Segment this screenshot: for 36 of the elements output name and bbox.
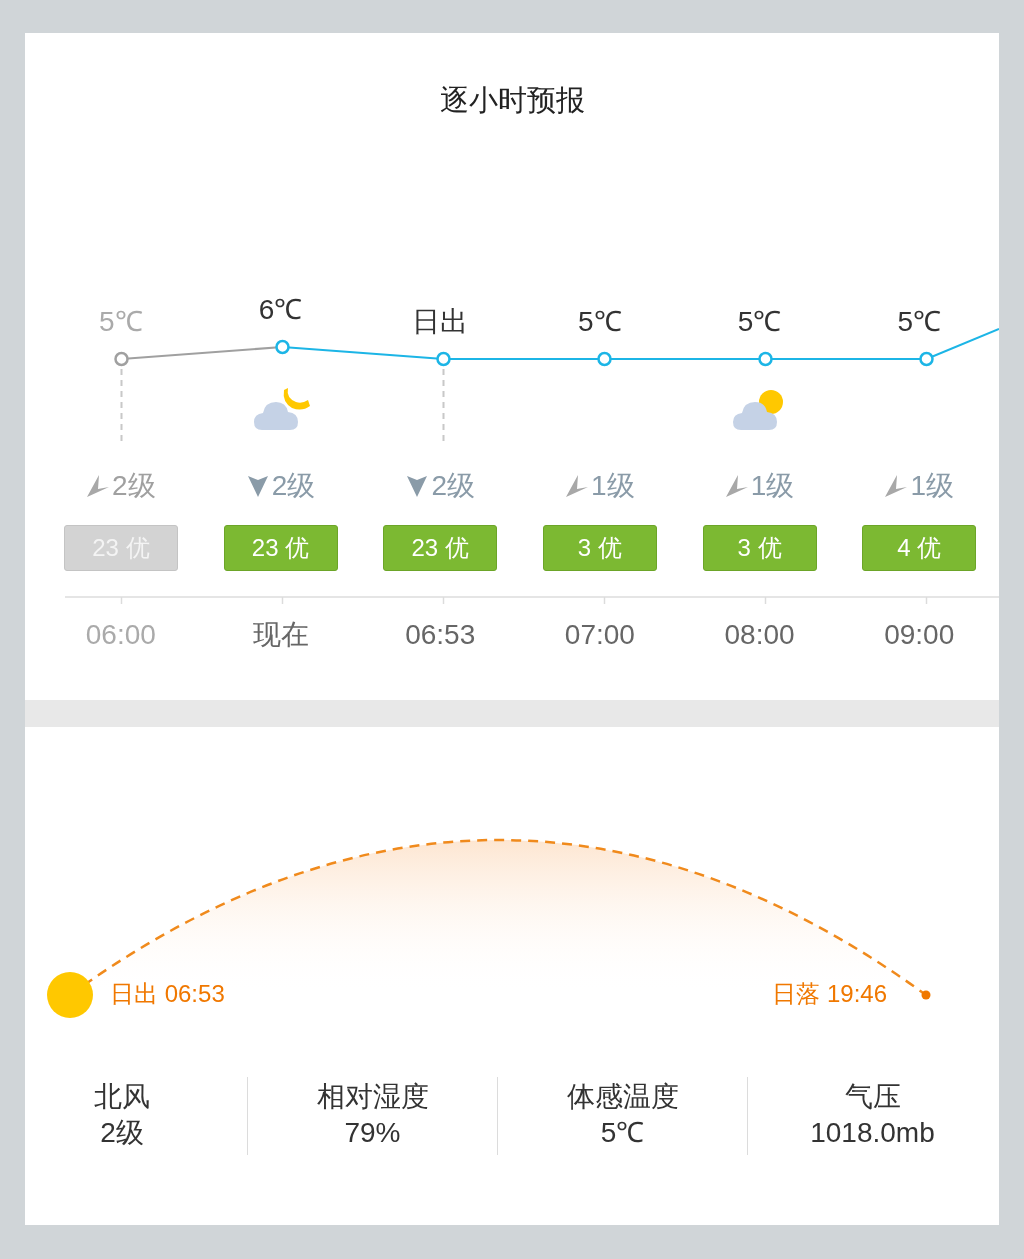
air-quality-badge: 3 优 <box>702 525 817 571</box>
temperature-label: 5℃ <box>897 305 941 339</box>
wind-level: 2级 <box>271 469 316 503</box>
time-label: 08:00 <box>724 618 795 652</box>
air-quality-badge: 4 优 <box>862 525 977 571</box>
sunset-dot-icon <box>921 990 931 1000</box>
stat-value: 5℃ <box>600 1116 645 1150</box>
wind-level: 2级 <box>112 469 156 503</box>
wind-level: 2级 <box>431 469 475 503</box>
temperature-label: 6℃ <box>258 293 303 327</box>
sunset-label: 日落 19:46 <box>772 979 887 1009</box>
time-label: 现在 <box>252 618 309 652</box>
wind-level: 1级 <box>910 469 954 503</box>
temperature-label: 5℃ <box>737 305 782 339</box>
sunrise-label: 日出 06:53 <box>110 979 225 1009</box>
air-quality-badge: 23 优 <box>223 525 338 571</box>
stat-label: 相对湿度 <box>316 1080 429 1114</box>
temperature-label: 日出 <box>412 305 469 339</box>
page-title: 逐小时预报 <box>439 83 585 117</box>
stat-value: 79% <box>344 1116 401 1150</box>
time-label: 06:53 <box>405 618 476 652</box>
temperature-label: 5℃ <box>578 305 622 339</box>
stat-value: 2级 <box>100 1116 144 1150</box>
time-label: 07:00 <box>564 618 635 652</box>
air-quality-badge: 23 优 <box>383 525 498 571</box>
air-quality-badge: 3 优 <box>542 525 657 571</box>
time-label: 09:00 <box>884 618 955 652</box>
stat-value: 1018.0mb <box>810 1116 935 1150</box>
stat-label: 体感温度 <box>566 1080 679 1114</box>
stat-label: 北风 <box>94 1080 150 1114</box>
stat-label: 气压 <box>844 1080 901 1114</box>
sun-icon <box>47 972 93 1018</box>
wind-level: 1级 <box>750 469 795 503</box>
temperature-label: 5℃ <box>99 305 143 339</box>
time-label: 06:00 <box>85 618 156 652</box>
wind-level: 1级 <box>591 469 635 503</box>
